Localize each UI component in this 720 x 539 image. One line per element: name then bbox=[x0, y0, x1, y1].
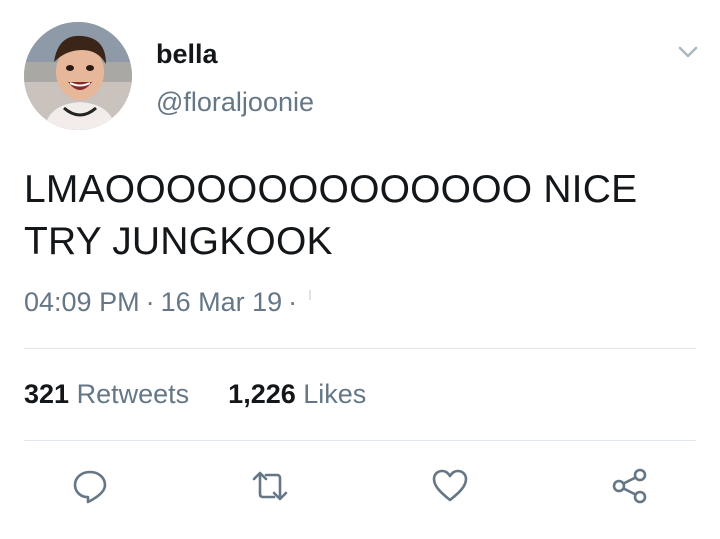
faded-mark bbox=[309, 290, 312, 300]
meta-separator: · bbox=[145, 287, 155, 317]
retweet-button[interactable] bbox=[250, 466, 290, 506]
tweet-time[interactable]: 04:09 PM bbox=[24, 287, 140, 317]
heart-icon bbox=[432, 469, 468, 502]
share-icon bbox=[612, 468, 647, 504]
likes-count[interactable]: 1,226 bbox=[228, 379, 296, 409]
retweets-label[interactable]: Retweets bbox=[77, 379, 190, 409]
tweet-stats: 321 Retweets 1,226 Likes bbox=[24, 378, 366, 410]
user-handle[interactable]: @floraljoonie bbox=[156, 86, 314, 118]
tweet-date[interactable]: 16 Mar 19 bbox=[161, 287, 283, 317]
like-button[interactable] bbox=[430, 466, 470, 506]
tweet-text: LMAOOOOOOOOOOOOOO NICE TRY JUNGKOOK bbox=[24, 164, 694, 268]
divider bbox=[24, 440, 696, 441]
share-button[interactable] bbox=[610, 466, 650, 506]
likes-label[interactable]: Likes bbox=[303, 379, 366, 409]
tweet-card: bella @floraljoonie LMAOOOOOOOOOOOOOO NI… bbox=[0, 0, 720, 539]
divider bbox=[24, 348, 696, 349]
avatar[interactable] bbox=[24, 22, 132, 130]
tweet-metadata: 04:09 PM · 16 Mar 19 · bbox=[24, 286, 312, 318]
reply-button[interactable] bbox=[70, 466, 110, 506]
display-name[interactable]: bella bbox=[156, 38, 218, 70]
tweet-text-line: LMAOOOOOOOOOOOOOO NICE bbox=[24, 168, 638, 211]
reply-icon bbox=[73, 470, 107, 504]
tweet-text-line: TRY JUNGKOOK bbox=[24, 220, 333, 263]
chevron-down-icon[interactable] bbox=[674, 38, 702, 66]
retweet-icon bbox=[252, 471, 288, 501]
meta-separator: · bbox=[288, 287, 298, 317]
retweets-count[interactable]: 321 bbox=[24, 379, 69, 409]
